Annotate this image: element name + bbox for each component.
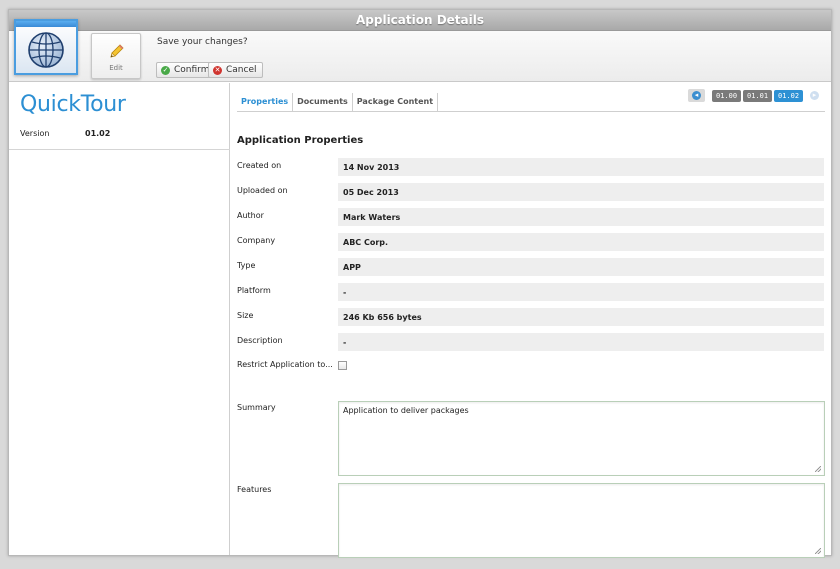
property-value: 05 Dec 2013 xyxy=(338,183,824,201)
property-label: Type xyxy=(237,261,256,270)
edit-button[interactable]: Edit xyxy=(91,33,141,79)
pencil-icon xyxy=(110,44,124,58)
summary-label: Summary xyxy=(237,403,276,412)
cancel-button-label: Cancel xyxy=(226,65,257,75)
property-row-type: Type APP xyxy=(237,258,826,276)
property-label: Uploaded on xyxy=(237,186,288,195)
property-row-uploaded-on: Uploaded on 05 Dec 2013 xyxy=(237,183,826,201)
property-value: 14 Nov 2013 xyxy=(338,158,824,176)
application-details-window: Application Details Edit Save your chang… xyxy=(8,9,832,558)
window-title: Application Details xyxy=(9,10,831,31)
tab-properties[interactable]: Properties xyxy=(237,93,294,111)
save-prompt-text: Save your changes? xyxy=(157,37,248,47)
tab-documents[interactable]: Documents xyxy=(293,93,353,111)
app-icon xyxy=(14,19,78,75)
property-row-author: Author Mark Waters xyxy=(237,208,826,226)
arrow-right-icon: ▸ xyxy=(810,91,819,100)
version-badge-0102[interactable]: 01.02 xyxy=(774,90,804,102)
property-label: Author xyxy=(237,211,264,220)
restrict-application-checkbox[interactable] xyxy=(338,361,347,370)
confirm-button-label: Confirm xyxy=(174,65,210,75)
version-badge-0100[interactable]: 01.00 xyxy=(712,90,742,102)
property-value: - xyxy=(338,333,824,351)
property-value: ABC Corp. xyxy=(338,233,824,251)
content-area: QuickTour Version 01.02 Properties Docum… xyxy=(9,83,831,558)
previous-version-button[interactable]: ◂ xyxy=(688,89,705,102)
version-badge-0101[interactable]: 01.01 xyxy=(743,90,773,102)
toolbar: Edit Save your changes? ✓ Confirm ✕ Canc… xyxy=(9,19,831,82)
resize-grip-icon[interactable] xyxy=(815,466,821,472)
restrict-application-label: Restrict Application to... xyxy=(237,360,333,369)
property-row-company: Company ABC Corp. xyxy=(237,233,826,251)
property-label: Created on xyxy=(237,161,282,170)
property-row-description: Description - xyxy=(237,333,826,351)
property-row-platform: Platform - xyxy=(237,283,826,301)
divider xyxy=(9,149,230,150)
arrow-left-icon: ◂ xyxy=(692,91,701,100)
features-textarea[interactable] xyxy=(338,483,825,558)
cancel-button[interactable]: ✕ Cancel xyxy=(208,62,263,78)
property-row-size: Size 246 Kb 656 bytes xyxy=(237,308,826,326)
tab-package-content[interactable]: Package Content xyxy=(353,93,439,111)
property-value: 246 Kb 656 bytes xyxy=(338,308,824,326)
checkmark-icon: ✓ xyxy=(161,65,170,75)
property-label: Company xyxy=(237,236,276,245)
version-value: 01.02 xyxy=(85,129,111,138)
property-value: Mark Waters xyxy=(338,208,824,226)
globe-icon xyxy=(28,32,64,68)
property-row-created-on: Created on 14 Nov 2013 xyxy=(237,158,826,176)
app-summary-panel: QuickTour Version 01.02 xyxy=(9,83,230,555)
property-value: - xyxy=(338,283,824,301)
property-value: APP xyxy=(338,258,824,276)
summary-text: Application to deliver packages xyxy=(343,406,469,415)
summary-textarea[interactable]: Application to deliver packages xyxy=(338,401,825,476)
app-name: QuickTour xyxy=(20,92,126,117)
edit-button-label: Edit xyxy=(109,64,123,72)
tab-divider xyxy=(237,111,825,112)
features-label: Features xyxy=(237,485,272,494)
restrict-application-row: Restrict Application to... xyxy=(237,359,826,373)
resize-grip-icon[interactable] xyxy=(815,548,821,554)
cancel-x-icon: ✕ xyxy=(213,65,222,75)
version-label: Version xyxy=(20,129,50,138)
property-label: Size xyxy=(237,311,254,320)
property-label: Description xyxy=(237,336,283,345)
next-version-button[interactable]: ▸ xyxy=(806,89,823,102)
section-title: Application Properties xyxy=(237,135,364,146)
tab-bar: Properties Documents Package Content xyxy=(237,93,439,111)
property-label: Platform xyxy=(237,286,271,295)
details-panel: Properties Documents Package Content ◂ 0… xyxy=(231,83,831,558)
confirm-button[interactable]: ✓ Confirm xyxy=(156,62,216,78)
